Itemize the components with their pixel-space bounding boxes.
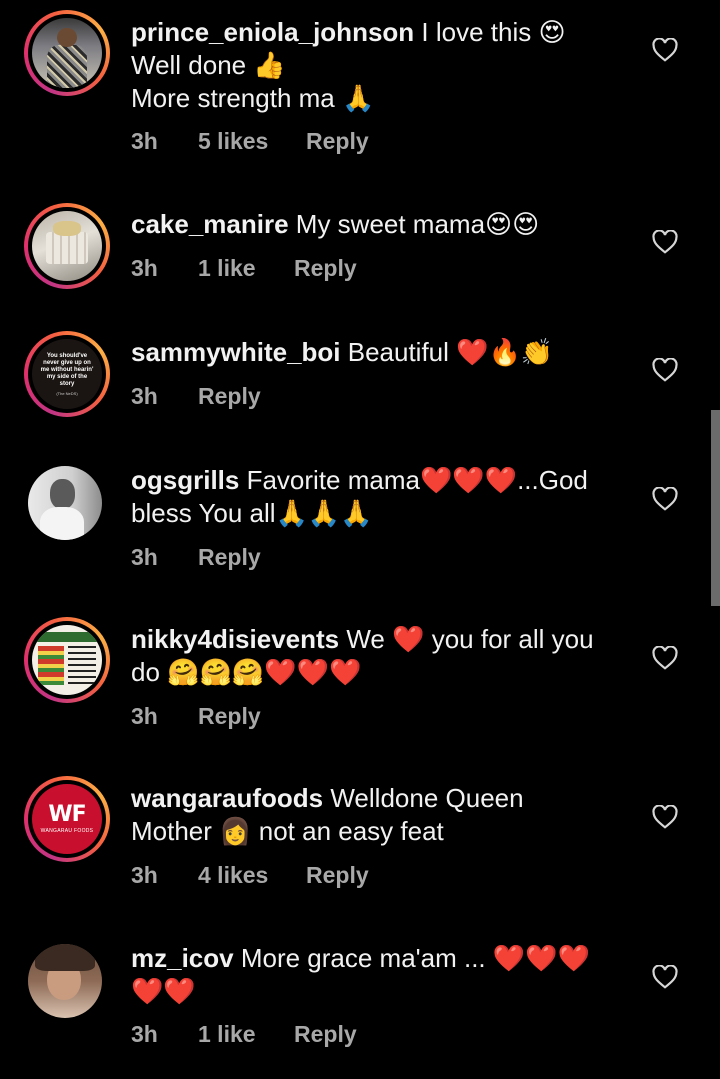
like-count[interactable]: 5 likes [198, 128, 306, 155]
like-heart-icon[interactable] [652, 230, 678, 254]
reply-button[interactable]: Reply [198, 383, 261, 410]
comment-text: ogsgrills Favorite mama❤️❤️❤️...God bles… [131, 464, 611, 530]
comment-username[interactable]: ogsgrills [131, 465, 239, 495]
avatar[interactable]: You should've never give up on me withou… [24, 331, 110, 417]
reply-button[interactable]: Reply [198, 703, 261, 730]
comment-time: 3h [131, 862, 158, 888]
avatar-quote-sub: (The NeDS) [56, 390, 78, 396]
comment-text: cake_manire My sweet mama😍😍 [131, 208, 611, 241]
comment-meta: 3h Reply [131, 544, 261, 571]
avatar[interactable]: WF WANGARAU FOODS [24, 776, 110, 862]
comment-time: 3h [131, 703, 158, 729]
comment-body: Favorite mama❤️❤️❤️...God [239, 465, 588, 495]
reply-button[interactable]: Reply [198, 544, 261, 571]
scrollbar[interactable] [711, 410, 720, 606]
comment-body: More grace ma'am ... ❤️❤️❤️ [233, 943, 590, 973]
avatar-brand-text: WANGARAU FOODS [40, 828, 94, 834]
reply-button[interactable]: Reply [306, 128, 369, 155]
reply-button[interactable]: Reply [294, 255, 357, 282]
comment-body: Beautiful ❤️🔥👏 [340, 337, 554, 367]
comment-username[interactable]: cake_manire [131, 209, 289, 239]
comment-time: 3h [131, 1021, 158, 1047]
reply-button[interactable]: Reply [294, 1021, 357, 1048]
wangarau-logo-icon: WF [48, 802, 86, 827]
comment-body: Welldone Queen [323, 783, 524, 813]
like-heart-icon[interactable] [652, 487, 678, 511]
like-heart-icon[interactable] [652, 965, 678, 989]
comment-body: We ❤️ you for all you [339, 624, 594, 654]
like-heart-icon[interactable] [652, 358, 678, 382]
comment-body: bless You all🙏🙏🙏 [131, 498, 373, 528]
avatar[interactable] [28, 466, 102, 540]
comment-time: 3h [131, 128, 158, 154]
avatar-quote-text: You should've never give up on me withou… [40, 352, 94, 387]
comment-body: Mother 👩 not an easy feat [131, 816, 444, 846]
comment-text: sammywhite_boi Beautiful ❤️🔥👏 [131, 336, 611, 369]
comment-time: 3h [131, 544, 158, 570]
comment-text: prince_eniola_johnson I love this 😍 Well… [131, 16, 611, 115]
avatar[interactable] [28, 944, 102, 1018]
comment-time: 3h [131, 255, 158, 281]
comment-meta: 3h 1 like Reply [131, 1021, 357, 1048]
comment-text: mz_icov More grace ma'am ... ❤️❤️❤️ ❤️❤️ [131, 942, 611, 1008]
comment-meta: 3h Reply [131, 383, 261, 410]
comment-text: nikky4disievents We ❤️ you for all you d… [131, 623, 611, 689]
like-count[interactable]: 1 like [198, 255, 294, 282]
like-count[interactable]: 4 likes [198, 862, 306, 889]
like-heart-icon[interactable] [652, 38, 678, 62]
comment-meta: 3h 4 likes Reply [131, 862, 369, 889]
reply-button[interactable]: Reply [306, 862, 369, 889]
comment-username[interactable]: nikky4disievents [131, 624, 339, 654]
comment-username[interactable]: prince_eniola_johnson [131, 17, 414, 47]
avatar[interactable] [24, 10, 110, 96]
comment-username[interactable]: sammywhite_boi [131, 337, 341, 367]
comment-body: My sweet mama😍😍 [288, 209, 540, 239]
avatar[interactable] [24, 203, 110, 289]
comment-meta: 3h 5 likes Reply [131, 128, 369, 155]
comment-username[interactable]: mz_icov [131, 943, 234, 973]
avatar[interactable] [24, 617, 110, 703]
comment-body: More strength ma 🙏 [131, 83, 375, 113]
like-heart-icon[interactable] [652, 805, 678, 829]
comment-body: Well done 👍 [131, 50, 286, 80]
comment-username[interactable]: wangaraufoods [131, 783, 323, 813]
comment-body: ❤️❤️ [131, 976, 196, 1006]
like-heart-icon[interactable] [652, 646, 678, 670]
comment-meta: 3h Reply [131, 703, 261, 730]
comment-text: wangaraufoods Welldone Queen Mother 👩 no… [131, 782, 611, 848]
comment-body: do 🤗🤗🤗❤️❤️❤️ [131, 657, 362, 687]
comment-time: 3h [131, 383, 158, 409]
comment-body: I love this 😍 [414, 17, 566, 47]
like-count[interactable]: 1 like [198, 1021, 294, 1048]
comment-meta: 3h 1 like Reply [131, 255, 357, 282]
